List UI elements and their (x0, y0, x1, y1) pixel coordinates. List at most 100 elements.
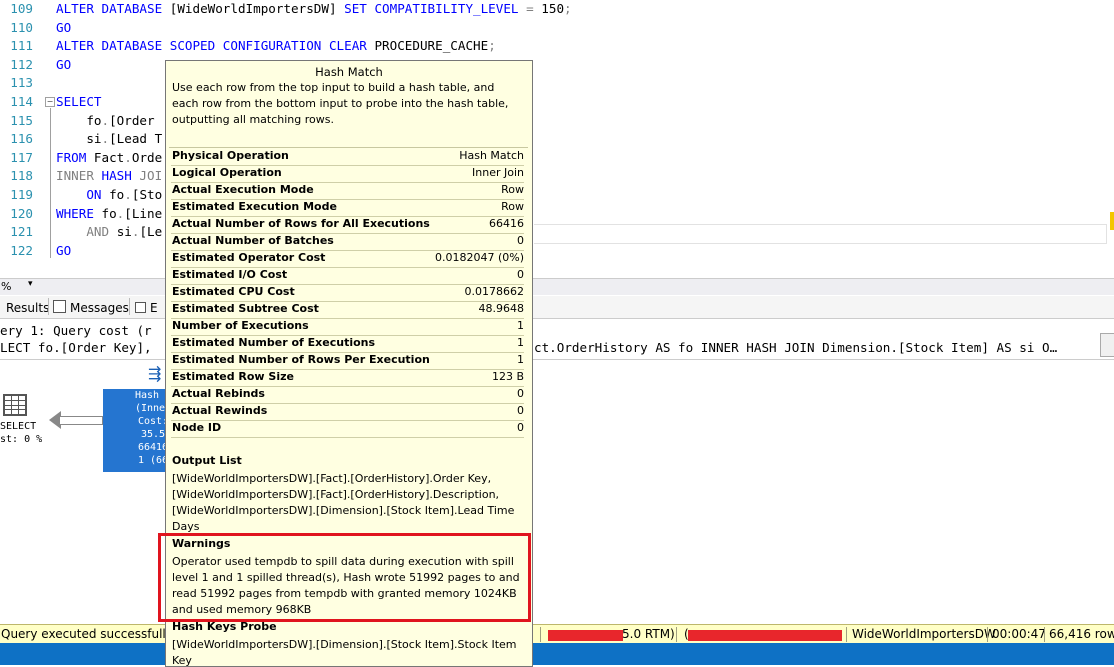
warning-highlight-box (158, 533, 531, 622)
property-value: 123 B (491, 370, 524, 383)
hash-node-line: Hash M (134, 390, 167, 401)
code-token: ALTER DATABASE (56, 1, 170, 16)
line-number: 121 (10, 224, 33, 240)
tab-messages[interactable]: Messages (53, 300, 129, 316)
code-token: FROM (56, 149, 94, 165)
status-divider (540, 627, 541, 642)
code-text: WHERE fo.[Line (56, 205, 162, 223)
property-row: Number of Executions 1 (171, 318, 524, 336)
line-number: 116 (10, 131, 33, 147)
property-value: 1 (517, 319, 524, 332)
output-list-heading: Output List (172, 454, 242, 467)
line-number: 109 (10, 1, 33, 16)
property-value: 0 (517, 387, 524, 400)
property-row: Estimated Execution Mode Row (171, 199, 524, 217)
tab-results[interactable]: Results (6, 300, 49, 316)
line-number: 117 (10, 149, 33, 165)
output-list-text: [WideWorldImportersDW].[Fact].[OrderHist… (172, 472, 515, 533)
plan-scroll-button[interactable] (1100, 333, 1114, 357)
code-token: WHERE (56, 205, 102, 221)
line-number: 113 (10, 75, 33, 91)
hash-node-line: 1 (66 (137, 455, 167, 466)
line-number: 114 (10, 94, 33, 109)
code-text: ALTER DATABASE SCOPED CONFIGURATION CLEA… (56, 37, 496, 55)
line-number: 122 (10, 242, 33, 258)
line-number: 112 (10, 56, 33, 72)
zoom-dropdown[interactable]: % (1, 280, 11, 293)
property-value: Row (501, 200, 524, 213)
code-token: GO (56, 19, 72, 35)
code-token: ; (488, 38, 496, 54)
change-marker (1110, 212, 1114, 230)
code-token: Orde (131, 149, 163, 165)
property-name: Estimated CPU Cost (172, 285, 295, 298)
tab-divider (48, 298, 49, 315)
property-name: Estimated Row Size (172, 370, 294, 383)
property-name: Estimated Operator Cost (172, 251, 326, 264)
code-token: fo (109, 187, 125, 202)
select-node-icon[interactable] (3, 394, 27, 416)
hash-match-node[interactable]: Hash M (Inner Cost: 35.5 66416 1 (66 (103, 389, 167, 472)
code-token: INNER (56, 168, 102, 184)
code-token: [Lead T (109, 131, 163, 147)
select-node-name: SELECT (0, 421, 37, 432)
select-node-cost: st: 0 % (0, 434, 43, 445)
hash-node-line: Cost: (137, 416, 167, 427)
property-row: Node ID 0 (171, 420, 524, 438)
current-line-highlight (534, 224, 1107, 244)
hash-node-line: 35.5 (140, 429, 166, 440)
property-row: Logical Operation Inner Join (171, 165, 524, 183)
code-token: fo (101, 205, 117, 221)
code-text: INNER HASH JOI (56, 167, 162, 185)
hash-node-line: 66416 (137, 442, 167, 453)
code-token: PROCEDURE_CACHE (374, 38, 489, 54)
property-name: Estimated Number of Rows Per Execution (172, 353, 430, 366)
tooltip-title: Hash Match (315, 65, 383, 79)
code-text: ALTER DATABASE [WideWorldImportersDW] SE… (56, 0, 572, 18)
property-name: Estimated I/O Cost (172, 268, 288, 281)
code-token: AND (86, 224, 117, 240)
property-row: Estimated Row Size 123 B (171, 369, 524, 387)
property-row: Estimated Number of Rows Per Execution 1 (171, 352, 524, 370)
code-token: . (124, 149, 132, 165)
code-text: fo.[Order (56, 112, 154, 130)
status-divider (846, 627, 847, 642)
line-number: 111 (10, 38, 33, 54)
property-value: 1 (517, 353, 524, 366)
code-text: ON fo.[Sto (56, 186, 162, 204)
property-value: 0 (517, 268, 524, 281)
code-token: . (124, 187, 132, 202)
property-name: Number of Executions (172, 319, 309, 332)
hash-node-line: (Inner (134, 403, 167, 414)
hash-match-icon[interactable]: ⇶ (148, 364, 161, 383)
code-token: fo (56, 112, 102, 128)
property-name: Estimated Number of Executions (172, 336, 376, 349)
property-row: Actual Rewinds 0 (171, 403, 524, 421)
property-value: Hash Match (459, 149, 524, 162)
property-row: Estimated Subtree Cost 48.9648 (171, 301, 524, 319)
property-name: Estimated Execution Mode (172, 200, 337, 213)
collapse-toggle[interactable]: − (45, 97, 55, 107)
redacted-user (688, 630, 842, 641)
property-row: Actual Number of Batches 0 (171, 233, 524, 251)
property-row: Estimated Number of Executions 1 (171, 335, 524, 353)
query-text-left: LECT fo.[Order Key], (0, 340, 152, 355)
code-token: SET COMPATIBILITY_LEVEL (344, 1, 527, 16)
code-token: GO (56, 242, 72, 258)
property-value: 0.0182047 (0%) (434, 251, 524, 264)
property-value: 0.0178662 (464, 285, 525, 298)
code-text: GO (56, 19, 71, 37)
tab-execution-plan[interactable]: E (135, 300, 158, 316)
property-name: Node ID (172, 421, 222, 434)
tooltip-description: Use each row from the top input to build… (172, 81, 509, 126)
code-token: GO (56, 56, 72, 72)
status-message: Query executed successfully. (1, 627, 175, 641)
redacted-server (548, 630, 623, 641)
property-name: Logical Operation (172, 166, 282, 179)
code-text: GO (56, 242, 71, 260)
chevron-down-icon[interactable]: ▾ (28, 279, 33, 289)
property-value: 66416 (489, 217, 524, 230)
property-row: Estimated CPU Cost 0.0178662 (171, 284, 524, 302)
property-name: Actual Execution Mode (172, 183, 314, 196)
